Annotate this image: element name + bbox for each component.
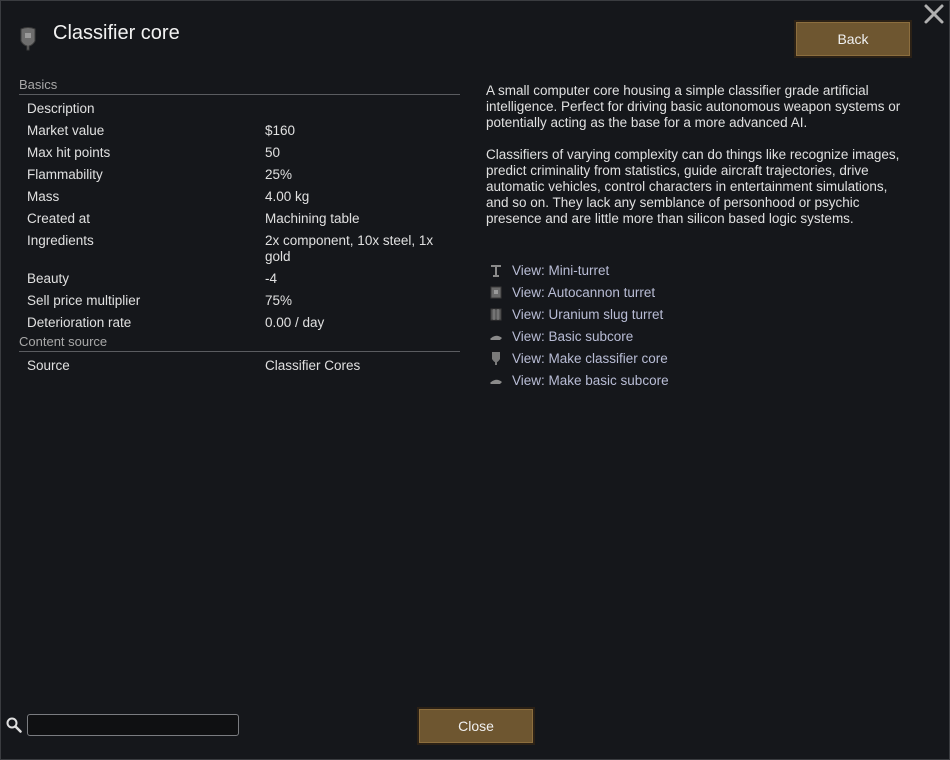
- uranium-slug-turret-icon: [490, 308, 502, 321]
- stat-label: Deterioration rate: [27, 315, 132, 330]
- link-label: View: Uranium slug turret: [512, 306, 664, 322]
- stat-value: 0.00 / day: [265, 315, 325, 330]
- stat-row-sell-price-multiplier[interactable]: Sell price multiplier 75%: [19, 290, 460, 312]
- autocannon-turret-icon: [490, 286, 502, 299]
- stat-row-flammability[interactable]: Flammability 25%: [19, 164, 460, 186]
- description-paragraph: A small computer core housing a simple c…: [486, 83, 901, 130]
- stat-value: Classifier Cores: [265, 358, 361, 373]
- close-icon[interactable]: [923, 3, 945, 25]
- link-autocannon-turret[interactable]: View: Autocannon turret: [488, 281, 669, 303]
- stats-panel: Basics Description Market value $160 Max…: [19, 77, 460, 377]
- section-header-content-source: Content source: [19, 334, 460, 352]
- stat-value: -4: [265, 271, 278, 286]
- stat-row-created-at[interactable]: Created at Machining table: [19, 208, 460, 230]
- link-label: View: Mini-turret: [512, 262, 610, 278]
- stat-row-ingredients[interactable]: Ingredients 2x component, 10x steel, 1x …: [19, 230, 460, 268]
- stat-row-beauty[interactable]: Beauty -4: [19, 268, 460, 290]
- link-label: View: Autocannon turret: [512, 284, 656, 300]
- hyperlinks-list: View: Mini-turret View: Autocannon turre…: [488, 259, 669, 391]
- stat-row-market-value[interactable]: Market value $160: [19, 120, 460, 142]
- stat-label: Beauty: [27, 271, 70, 286]
- link-label: View: Make basic subcore: [512, 372, 669, 388]
- stat-value: 2x component, 10x steel, 1x gold: [265, 233, 434, 264]
- basic-subcore-icon: [490, 379, 502, 384]
- stat-label: Source: [27, 358, 70, 373]
- info-dialog: Classifier core Back Basics Description …: [0, 0, 950, 760]
- link-make-classifier-core[interactable]: View: Make classifier core: [488, 347, 669, 369]
- stat-value: 25%: [265, 167, 293, 182]
- stat-row-description[interactable]: Description: [19, 98, 460, 120]
- stat-value: 50: [265, 145, 281, 160]
- link-basic-subcore[interactable]: View: Basic subcore: [488, 325, 669, 347]
- stat-row-mass[interactable]: Mass 4.00 kg: [19, 186, 460, 208]
- section-header-basics: Basics: [19, 77, 460, 95]
- mini-turret-icon: [491, 265, 501, 277]
- back-button[interactable]: Back: [794, 20, 912, 58]
- stat-row-max-hit-points[interactable]: Max hit points 50: [19, 142, 460, 164]
- stat-value: Machining table: [265, 211, 360, 226]
- stat-value: 75%: [265, 293, 293, 308]
- link-label: View: Basic subcore: [512, 328, 634, 344]
- stat-label: Flammability: [27, 167, 103, 182]
- stat-value: $160: [265, 123, 296, 138]
- link-label: View: Make classifier core: [512, 350, 668, 366]
- link-uranium-slug-turret[interactable]: View: Uranium slug turret: [488, 303, 669, 325]
- description-panel: A small computer core housing a simple c…: [486, 83, 911, 243]
- basic-subcore-icon: [490, 335, 502, 340]
- description-paragraph: Classifiers of varying complexity can do…: [486, 147, 900, 226]
- classifier-core-icon: [492, 352, 500, 365]
- close-button[interactable]: Close: [417, 707, 535, 745]
- stat-label: Max hit points: [27, 145, 111, 160]
- stat-row-deterioration-rate[interactable]: Deterioration rate 0.00 / day: [19, 312, 460, 334]
- stat-value: 4.00 kg: [265, 189, 310, 204]
- stat-label: Mass: [27, 189, 60, 204]
- stat-label: Created at: [27, 211, 91, 226]
- stat-label: Ingredients: [27, 233, 94, 248]
- link-mini-turret[interactable]: View: Mini-turret: [488, 259, 669, 281]
- stat-label: Sell price multiplier: [27, 293, 141, 308]
- stat-row-source[interactable]: Source Classifier Cores: [19, 355, 460, 377]
- page-title: Classifier core: [53, 22, 180, 44]
- link-make-basic-subcore[interactable]: View: Make basic subcore: [488, 369, 669, 391]
- search-icon: [6, 717, 22, 733]
- stat-label: Market value: [27, 123, 105, 138]
- classifier-core-icon: [20, 27, 36, 51]
- stat-value: [265, 101, 455, 117]
- search-input[interactable]: [27, 714, 239, 736]
- stat-label: Description: [27, 101, 95, 116]
